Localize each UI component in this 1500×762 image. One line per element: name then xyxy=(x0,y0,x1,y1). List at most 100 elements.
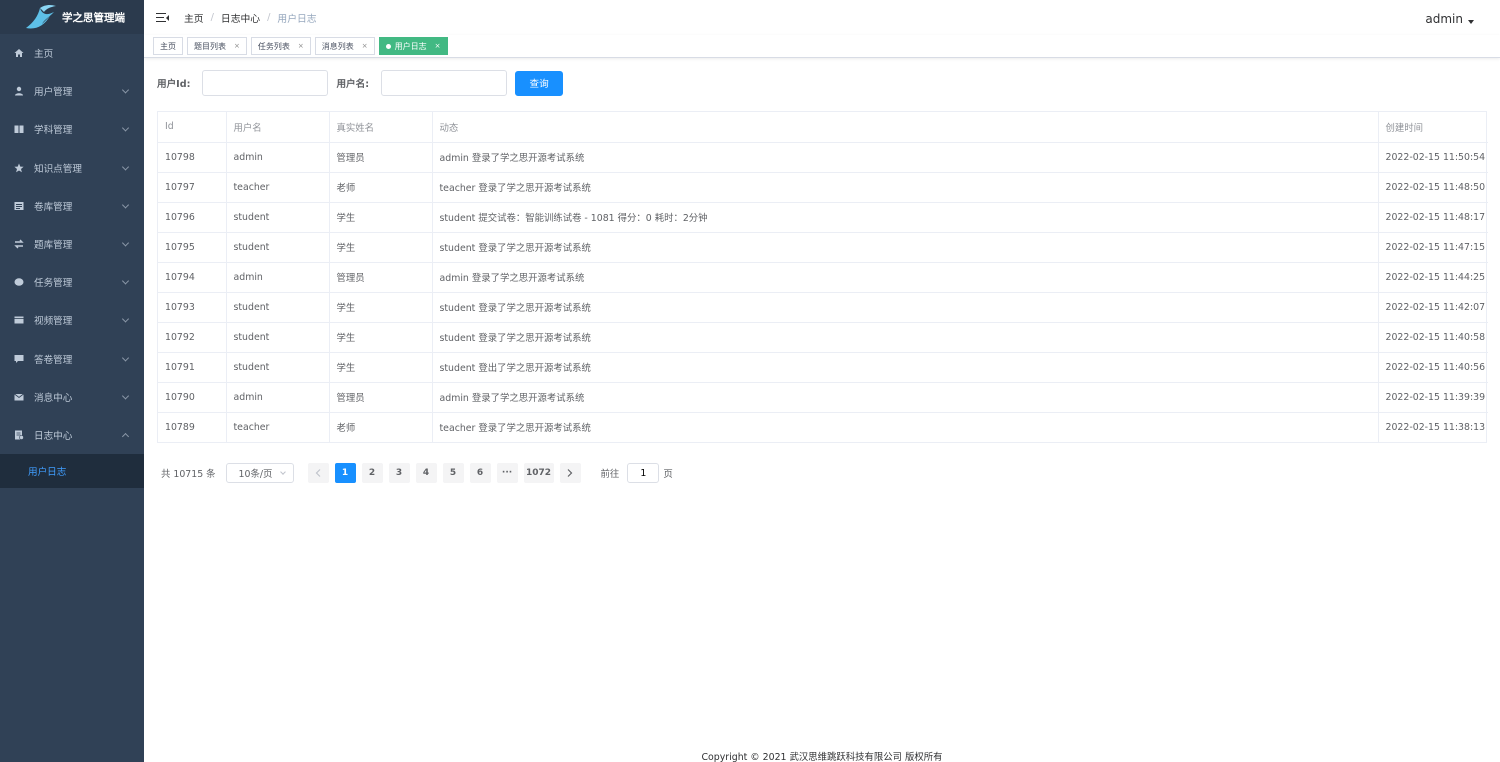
cell-activity: admin 登录了学之思开源考试系统 xyxy=(432,262,1379,293)
table-header-row: Id 用户名 真实姓名 动态 创建时间 xyxy=(158,112,1488,143)
tags-view: 主页 题目列表 × 任务列表 × 消息列表 × 用户日志 × xyxy=(144,35,1500,58)
page-jumper: 前往 页 xyxy=(601,463,673,483)
query-button[interactable]: 查询 xyxy=(515,70,564,96)
chevron-down-icon xyxy=(121,86,130,94)
cell-created-time: 2022-02-15 11:44:25 xyxy=(1378,262,1488,293)
user-dropdown[interactable]: admin xyxy=(1425,12,1474,26)
table-row: 10790 admin 管理员 admin 登录了学之思开源考试系统 2022-02-1… xyxy=(158,382,1488,413)
tag-home[interactable]: 主页 xyxy=(153,37,183,55)
breadcrumb-separator: / xyxy=(210,12,214,23)
tag-label: 消息列表 xyxy=(321,41,354,51)
table-row: 10794 admin 管理员 admin 登录了学之思开源考试系统 2022-02-1… xyxy=(158,262,1488,293)
tag-message-list[interactable]: 消息列表 × xyxy=(314,37,375,55)
user-id-label: 用户Id: xyxy=(157,79,191,90)
logo[interactable]: 学之思管理端 xyxy=(0,0,144,34)
footer-copyright: Copyright © 2021 武汉思维跳跃科技有限公司 版权所有 xyxy=(701,752,943,762)
page-button[interactable]: 6 xyxy=(469,463,491,483)
table-row: 10789 teacher 老师 teacher 登录了学之思开源考试系统 2022-0… xyxy=(158,412,1488,442)
log-center-submenu: 用户日志 xyxy=(0,454,144,489)
close-icon[interactable]: × xyxy=(362,42,368,50)
table-row: 10798 admin 管理员 admin 登录了学之思开源考试系统 2022-02-1… xyxy=(158,142,1488,173)
chevron-down-icon xyxy=(121,124,130,133)
sidebar-item-question-management[interactable]: 题库管理 xyxy=(0,225,144,263)
message-icon xyxy=(14,354,24,364)
prev-page-button[interactable] xyxy=(307,463,329,483)
tag-label: 题目列表 xyxy=(194,41,226,51)
tag-label: 任务列表 xyxy=(257,41,290,51)
sidebar-item-video-management[interactable]: 视频管理 xyxy=(0,301,144,339)
page-button[interactable]: 5 xyxy=(442,463,464,483)
table-row: 10791 student 学生 student 登出了学之思开源考试系统 2022-0… xyxy=(158,352,1488,383)
sidebar-item-label: 学科管理 xyxy=(34,125,73,137)
cell-created-time: 2022-02-15 11:50:54 xyxy=(1378,142,1488,173)
chevron-down-icon xyxy=(121,163,130,171)
sidebar-item-label: 主页 xyxy=(34,49,54,61)
hamburger-icon[interactable] xyxy=(156,12,169,23)
cell-username: student xyxy=(226,322,330,353)
cell-activity: student 登出了学之思开源考试系统 xyxy=(432,352,1379,383)
tag-question-list[interactable]: 题目列表 × xyxy=(187,37,247,55)
page-button[interactable]: 1 xyxy=(334,463,356,483)
sidebar-item-task-management[interactable]: 任务管理 xyxy=(0,263,144,301)
sidebar-item-message-center[interactable]: 消息中心 xyxy=(0,378,144,416)
sidebar-item-user-management[interactable]: 用户管理 xyxy=(0,72,144,110)
close-icon[interactable]: × xyxy=(234,42,240,50)
cell-username: admin xyxy=(226,262,330,293)
user-id-input[interactable] xyxy=(202,70,329,96)
paper-icon xyxy=(14,201,24,211)
mail-icon xyxy=(14,392,24,402)
cell-activity: teacher 登录了学之思开源考试系统 xyxy=(432,172,1379,203)
active-dot-icon xyxy=(385,43,391,49)
table-row: 10796 student 学生 student 提交试卷：智能训练试卷 - 1081… xyxy=(158,202,1488,233)
cell-created-time: 2022-02-15 11:48:50 xyxy=(1378,172,1488,203)
page-button[interactable]: 2 xyxy=(361,463,383,483)
column-header: Id xyxy=(158,112,227,143)
username: admin xyxy=(1425,12,1463,26)
tag-label: 用户日志 xyxy=(394,41,427,51)
table-row: 10793 student 学生 student 登录了学之思开源考试系统 2022-0… xyxy=(158,292,1488,323)
sidebar-item-answer-management[interactable]: 答卷管理 xyxy=(0,340,144,378)
goto-page-input[interactable] xyxy=(627,463,660,483)
sidebar-item-label: 视频管理 xyxy=(34,316,73,328)
user-log-table: Id 用户名 真实姓名 动态 创建时间 10798 admin 管理员 admin 登… xyxy=(157,111,1488,443)
cell-realname: 学生 xyxy=(329,352,433,383)
caret-down-icon xyxy=(1468,20,1474,24)
username-input[interactable] xyxy=(381,70,508,96)
page-button[interactable]: 3 xyxy=(388,463,410,483)
more-pages-button[interactable]: ··· xyxy=(496,463,518,483)
next-page-button[interactable] xyxy=(559,463,581,483)
cell-created-time: 2022-02-15 11:40:58 xyxy=(1378,322,1488,353)
username-label: 用户名: xyxy=(336,79,370,90)
cell-realname: 学生 xyxy=(329,232,433,263)
chevron-down-icon xyxy=(121,392,130,400)
cell-activity: student 提交试卷：智能训练试卷 - 1081 得分：0 耗时：2分钟 xyxy=(432,202,1379,233)
close-icon[interactable]: × xyxy=(435,42,441,50)
page-size-select[interactable]: 10条/页 xyxy=(225,463,294,483)
sidebar-item-subject-management[interactable]: 学科管理 xyxy=(0,110,144,148)
cell-realname: 老师 xyxy=(329,412,433,442)
breadcrumb-log-center[interactable]: 日志中心 xyxy=(221,11,260,25)
column-header: 真实姓名 xyxy=(329,112,433,143)
cell-created-time: 2022-02-15 11:40:56 xyxy=(1378,352,1488,383)
tag-user-log[interactable]: 用户日志 × xyxy=(378,37,448,55)
cell-created-time: 2022-02-15 11:47:15 xyxy=(1378,232,1488,263)
chevron-left-icon xyxy=(315,469,321,477)
sidebar-item-paper-management[interactable]: 卷库管理 xyxy=(0,187,144,225)
sidebar-item-log-center[interactable]: 日志中心 xyxy=(0,416,144,454)
tag-label: 主页 xyxy=(160,41,176,51)
cell-id: 10790 xyxy=(158,382,227,413)
cell-created-time: 2022-02-15 11:42:07 xyxy=(1378,292,1488,323)
tag-task-list[interactable]: 任务列表 × xyxy=(250,37,311,55)
chevron-down-icon xyxy=(121,277,130,285)
sidebar-subitem-user-log[interactable]: 用户日志 xyxy=(0,454,144,488)
sidebar-item-label: 消息中心 xyxy=(34,392,73,404)
sidebar-item-knowledge-management[interactable]: 知识点管理 xyxy=(0,149,144,187)
sidebar-item-home[interactable]: 主页 xyxy=(0,34,144,72)
page-button[interactable]: 4 xyxy=(415,463,437,483)
cell-realname: 学生 xyxy=(329,322,433,353)
close-icon[interactable]: × xyxy=(298,42,304,50)
breadcrumb-home[interactable]: 主页 xyxy=(184,11,204,25)
cell-created-time: 2022-02-15 11:48:17 xyxy=(1378,202,1488,233)
chevron-down-icon xyxy=(121,354,130,362)
page-button[interactable]: 1072 xyxy=(523,463,554,483)
